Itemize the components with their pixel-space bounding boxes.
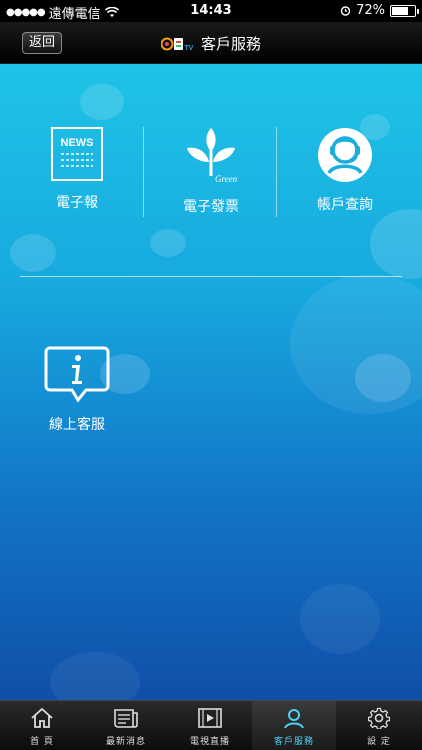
info-chat-icon <box>44 346 110 403</box>
tab-live-tv[interactable]: 電視直播 <box>168 701 252 750</box>
menu-item-newsletter[interactable]: NEWS 電子報 <box>22 126 132 212</box>
menu-item-label: 電子報 <box>56 195 98 211</box>
battery-percent: 72% <box>356 3 385 18</box>
tab-label: 最新消息 <box>105 737 146 747</box>
tab-label: 客戶服務 <box>273 737 314 747</box>
alarm-icon <box>340 6 351 16</box>
page-title-group: TV 客戶服務 <box>0 33 422 54</box>
tab-label: 設 定 <box>367 737 391 747</box>
logo-mark-icon: TV <box>160 37 194 52</box>
menu-item-e-invoice[interactable]: Green 電子發票 <box>156 126 266 216</box>
customer-service-icon <box>284 709 304 729</box>
divider <box>143 127 144 217</box>
menu-item-account-inquiry[interactable]: 帳戶查詢 <box>290 126 400 214</box>
section-divider <box>20 276 402 277</box>
tab-news[interactable]: 最新消息 <box>84 701 168 750</box>
headset-agent-icon <box>318 128 372 182</box>
tab-customer-service[interactable]: 客戶服務 <box>252 701 336 750</box>
home-icon <box>31 707 53 728</box>
svg-text:NEWS: NEWS <box>61 137 94 149</box>
menu-item-label: 電子發票 <box>183 199 239 215</box>
menu-item-label: 帳戶查詢 <box>317 197 373 213</box>
tab-home[interactable]: 首 頁 <box>0 701 84 750</box>
status-bar: ●●●●● 遠傳電信 14:43 72% <box>0 0 422 22</box>
menu-item-online-support[interactable]: 線上客服 <box>22 344 132 434</box>
nav-bar: 返回 TV 客戶服務 <box>0 22 422 64</box>
video-icon <box>198 708 222 728</box>
content-area: NEWS 電子報 Green 電子發票 帳戶查詢 線上客服 <box>0 64 422 700</box>
tab-bar: 首 頁 最新消息 電視直播 客戶服務 設 定 <box>0 700 422 750</box>
app-logo: TV <box>160 35 195 53</box>
divider <box>276 127 277 217</box>
news-icon: NEWS <box>51 127 103 181</box>
tab-label: 電視直播 <box>189 737 230 747</box>
green-leaf-icon: Green <box>187 128 238 184</box>
news-list-icon <box>114 709 138 728</box>
tab-settings[interactable]: 設 定 <box>336 701 422 750</box>
svg-text:TV: TV <box>184 45 193 52</box>
page-title: 客戶服務 <box>200 35 261 53</box>
gear-icon <box>367 707 391 730</box>
menu-item-label: 線上客服 <box>49 417 105 433</box>
tab-label: 首 頁 <box>30 737 54 747</box>
svg-text:Green: Green <box>215 174 238 184</box>
battery-icon <box>390 4 419 17</box>
